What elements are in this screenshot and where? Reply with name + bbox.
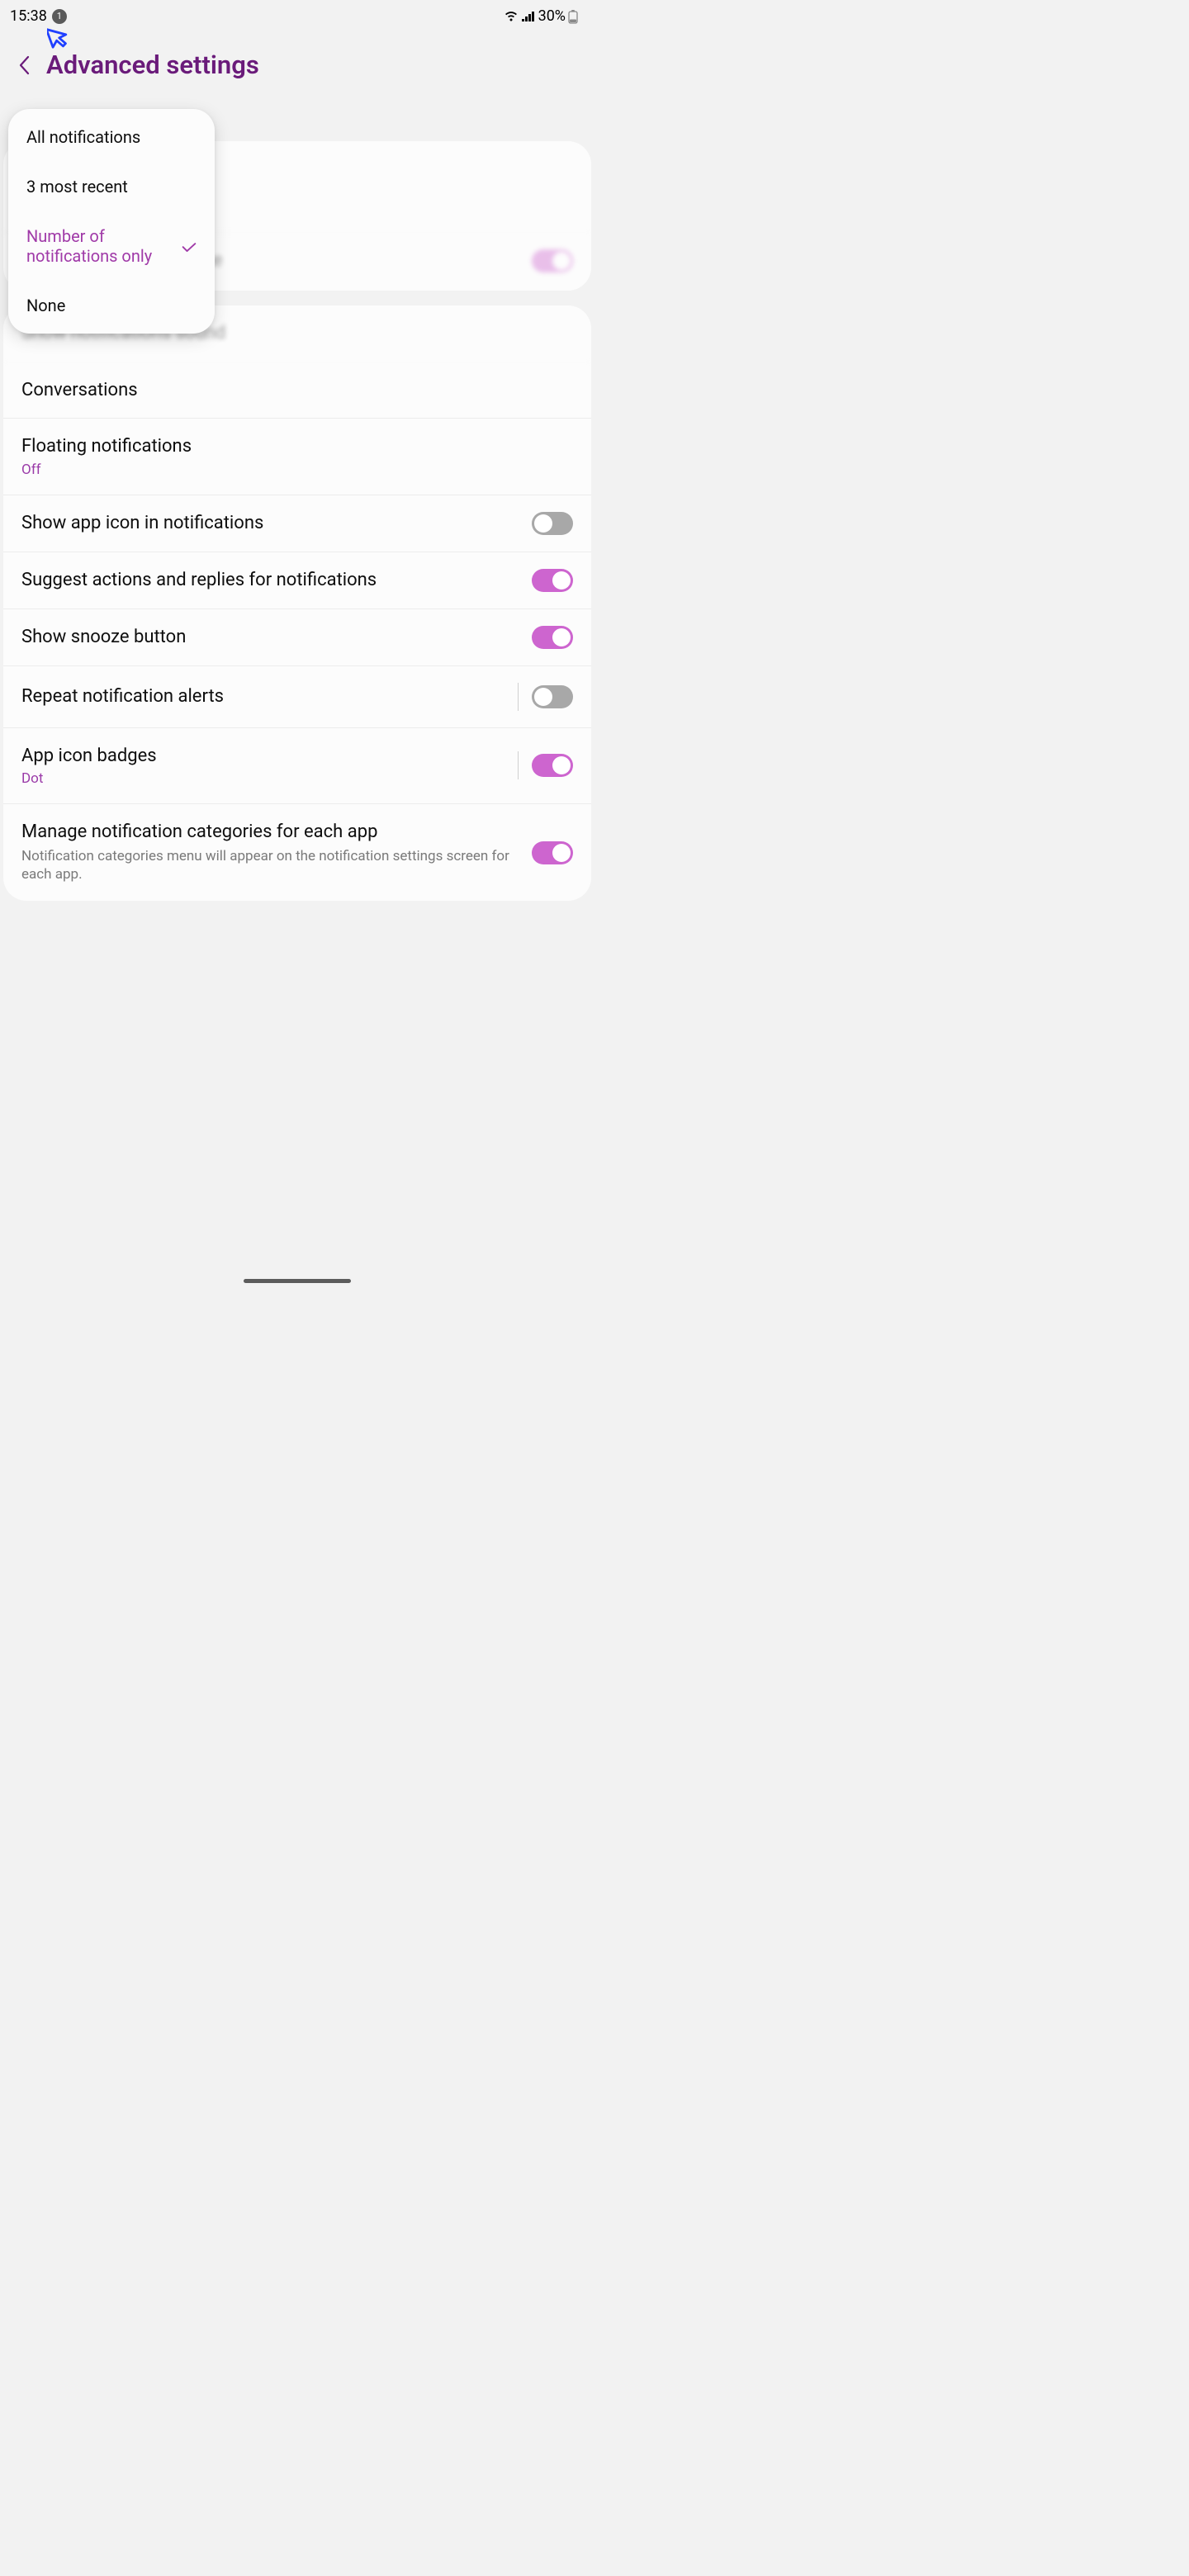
dropdown-item-label: None — [26, 296, 65, 315]
notification-icons-dropdown: All notifications 3 most recent Number o… — [8, 109, 215, 334]
row-title: Manage notification categories for each … — [21, 821, 522, 844]
cursor-pointer-icon — [47, 23, 70, 53]
toggle-suggest-actions[interactable] — [532, 569, 573, 592]
row-description: Notification categories menu will appear… — [21, 847, 522, 885]
toggle-app-icon-badges[interactable] — [532, 754, 573, 777]
row-show-snooze[interactable]: Show snooze button — [3, 609, 591, 666]
dropdown-item-label: 3 most recent — [26, 177, 128, 197]
row-show-app-icon[interactable]: Show app icon in notifications — [3, 495, 591, 552]
toggle-battery-percentage[interactable] — [532, 249, 573, 272]
signal-icon — [521, 11, 536, 22]
chevron-left-icon — [18, 55, 30, 75]
dropdown-item-label: All notifications — [26, 127, 140, 147]
vertical-divider — [518, 751, 519, 779]
row-conversations[interactable]: Conversations — [3, 362, 591, 419]
row-repeat-alerts[interactable]: Repeat notification alerts — [3, 666, 591, 728]
row-title: Repeat notification alerts — [21, 685, 504, 708]
dropdown-item-none[interactable]: None — [8, 281, 215, 330]
row-subtitle: Off — [21, 462, 563, 478]
dropdown-item-all-notifications[interactable]: All notifications — [8, 112, 215, 162]
battery-percentage: 30% — [538, 7, 566, 25]
vertical-divider — [518, 683, 519, 711]
row-title: Show snooze button — [21, 626, 522, 649]
dropdown-item-3-most-recent[interactable]: 3 most recent — [8, 162, 215, 211]
row-subtitle: Dot — [21, 770, 504, 787]
system-status-bar: 15:38 1 30% — [0, 0, 594, 29]
toggle-show-app-icon[interactable] — [532, 512, 573, 535]
card-notifications: Show notifications sound Conversations F… — [3, 305, 591, 901]
toggle-show-snooze[interactable] — [532, 626, 573, 649]
back-button[interactable] — [17, 53, 31, 78]
row-title: Conversations — [21, 379, 563, 402]
battery-icon — [568, 9, 578, 24]
row-title: App icon badges — [21, 745, 504, 768]
row-manage-categories[interactable]: Manage notification categories for each … — [3, 804, 591, 901]
check-icon — [182, 241, 197, 251]
status-left: 15:38 1 — [10, 7, 67, 25]
status-right: 30% — [504, 7, 578, 25]
row-app-icon-badges[interactable]: App icon badges Dot — [3, 728, 591, 805]
row-floating-notifications[interactable]: Floating notifications Off — [3, 419, 591, 495]
dropdown-item-number-only[interactable]: Number of notifications only — [8, 211, 215, 281]
toggle-manage-categories[interactable] — [532, 841, 573, 864]
wifi-icon — [504, 11, 519, 22]
status-time: 15:38 — [10, 7, 47, 25]
dropdown-item-label: Number of notifications only — [26, 226, 182, 266]
row-title: Show app icon in notifications — [21, 512, 522, 535]
row-title: Suggest actions and replies for notifica… — [21, 569, 522, 592]
row-title: Floating notifications — [21, 435, 563, 458]
page-title: Advanced settings — [46, 50, 259, 80]
status-notification-count: 1 — [52, 9, 67, 24]
row-suggest-actions[interactable]: Suggest actions and replies for notifica… — [3, 552, 591, 609]
toggle-repeat-alerts[interactable] — [532, 685, 573, 708]
home-indicator[interactable] — [244, 1279, 351, 1283]
page-header: Advanced settings — [0, 29, 594, 92]
